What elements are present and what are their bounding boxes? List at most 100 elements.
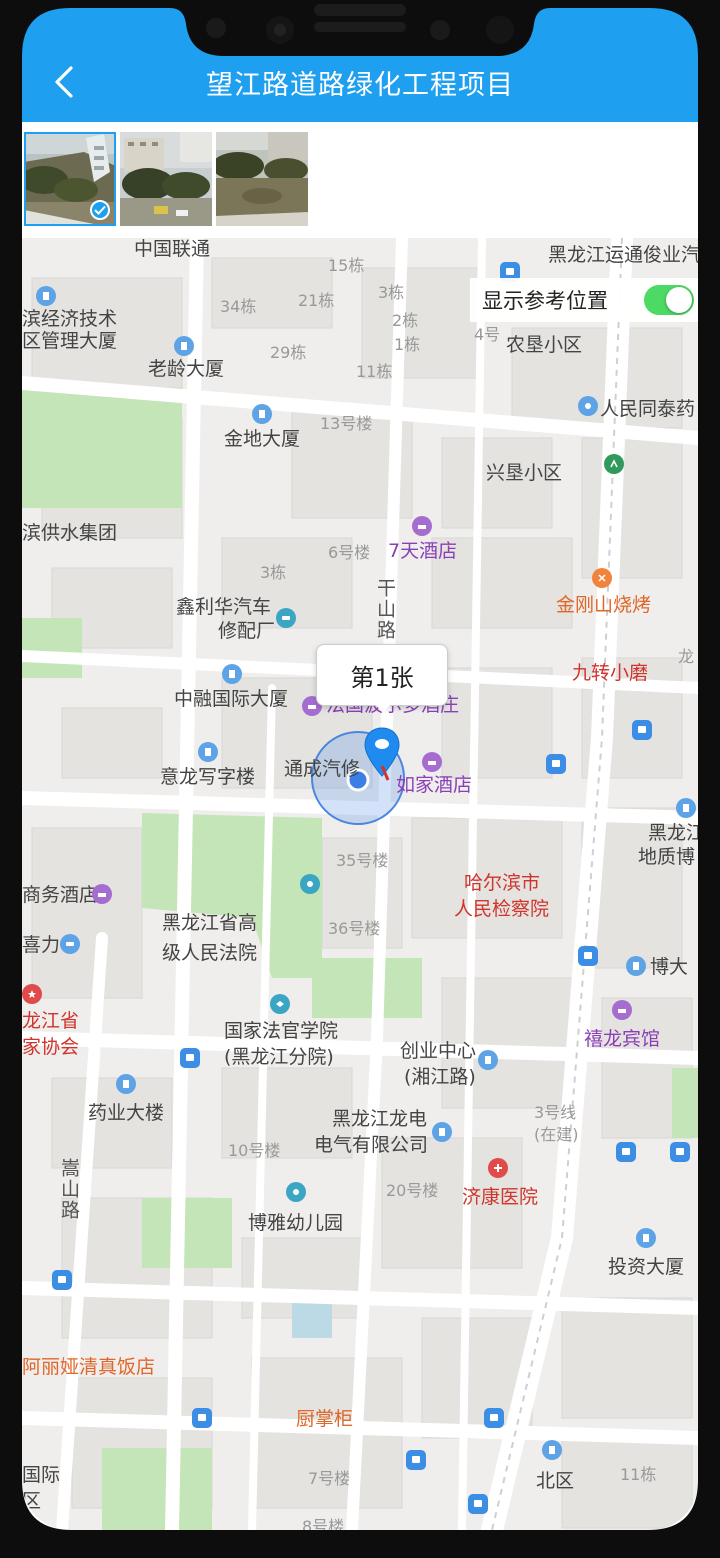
car-repair-icon[interactable] xyxy=(276,608,296,628)
building-icon[interactable] xyxy=(198,742,218,762)
building-icon[interactable] xyxy=(636,1228,656,1248)
road-label: 嵩山路 xyxy=(58,1158,80,1221)
photo-thumbnail[interactable] xyxy=(120,132,212,226)
map-label: 地质博 xyxy=(638,846,696,868)
building-icon[interactable] xyxy=(252,404,272,424)
reference-position-panel: 显示参考位置 xyxy=(470,278,698,322)
map-label: 黑龙江省高 xyxy=(162,912,258,934)
map-label: 7天酒店 xyxy=(388,540,458,562)
map-label: 11栋 xyxy=(356,362,393,381)
bus-stop-icon[interactable] xyxy=(546,754,566,774)
map-label: 喜力 xyxy=(22,934,61,956)
building-icon[interactable] xyxy=(626,956,646,976)
map-label: 通成汽修 xyxy=(284,758,361,780)
map-label: 博大 xyxy=(650,956,689,978)
header-bar: 望江路道路绿化工程项目 xyxy=(22,0,698,122)
bus-stop-icon[interactable] xyxy=(616,1142,636,1162)
map-label: 龙江省 xyxy=(22,1010,80,1032)
map-label: 鑫利华汽车 xyxy=(176,596,272,618)
school-icon[interactable] xyxy=(270,994,290,1014)
map-label: 禧龙宾馆 xyxy=(584,1028,661,1050)
building-icon[interactable] xyxy=(432,1122,452,1142)
hotel-icon[interactable] xyxy=(412,516,432,536)
car-icon[interactable] xyxy=(60,934,80,954)
restroom-icon[interactable] xyxy=(300,874,320,894)
building-icon[interactable] xyxy=(116,1074,136,1094)
star-icon[interactable] xyxy=(22,984,42,1004)
map-label: 15栋 xyxy=(328,256,365,275)
bus-stop-icon[interactable] xyxy=(670,1142,690,1162)
bus-stop-icon[interactable] xyxy=(406,1450,426,1470)
map-label: 7号楼 xyxy=(308,1469,351,1488)
pharmacy-icon[interactable] xyxy=(578,396,598,416)
map-label: 滨供水集团 xyxy=(22,522,118,544)
check-icon xyxy=(90,200,110,220)
hotel-icon[interactable] xyxy=(612,1000,632,1020)
back-button[interactable] xyxy=(44,62,84,106)
map-label: 国际 xyxy=(22,1464,61,1486)
kindergarten-icon[interactable] xyxy=(286,1182,306,1202)
map-label: 滨经济技术 xyxy=(22,308,118,330)
map-label: 九转小磨 xyxy=(572,662,649,684)
map-label: 龙 xyxy=(678,647,695,666)
hotel-icon[interactable] xyxy=(92,884,112,904)
building-icon[interactable] xyxy=(174,336,194,356)
map-label: 35号楼 xyxy=(336,851,389,870)
map-label: 哈尔滨市 xyxy=(464,872,541,894)
map-label: (湘江路) xyxy=(404,1066,476,1088)
building-icon[interactable] xyxy=(478,1050,498,1070)
map-label: 药业大楼 xyxy=(88,1102,165,1124)
map-label: 黑龙江龙电 xyxy=(332,1108,428,1130)
map-label: 国家法官学院 xyxy=(224,1020,339,1042)
photo-thumbnail[interactable] xyxy=(24,132,116,226)
map-label: 4号 xyxy=(474,325,501,344)
museum-icon[interactable] xyxy=(676,798,696,818)
map-label: 3栋 xyxy=(260,563,287,582)
toggle-knob xyxy=(666,287,692,313)
app-screen: 望江路道路绿化工程项目 中国联通 黑龙江运通俊业汽 15栋 34栋 21栋 3栋… xyxy=(22,0,698,1530)
map-label: 13号楼 xyxy=(320,414,373,433)
map-label: 1栋 xyxy=(394,335,421,354)
restaurant-icon[interactable] xyxy=(592,568,612,588)
photo-strip xyxy=(22,122,698,238)
map-label: 农垦小区 xyxy=(506,334,583,356)
chevron-left-icon xyxy=(53,65,75,103)
map-label: 商务酒店 xyxy=(22,884,99,906)
metro-icon[interactable] xyxy=(604,454,624,474)
map-label: 意龙写字楼 xyxy=(160,766,256,788)
building-icon[interactable] xyxy=(222,664,242,684)
map-label: 级人民法院 xyxy=(162,942,258,964)
bus-stop-icon[interactable] xyxy=(632,720,652,740)
bus-stop-icon[interactable] xyxy=(52,1270,72,1290)
map-label: 金地大厦 xyxy=(224,428,301,450)
bus-stop-icon[interactable] xyxy=(192,1408,212,1428)
map-label: 北区 xyxy=(536,1470,575,1492)
map-label: 区管理大厦 xyxy=(22,330,118,352)
map-label: 厨掌柜 xyxy=(296,1408,354,1430)
hotel-icon[interactable] xyxy=(422,752,442,772)
building-icon[interactable] xyxy=(36,286,56,306)
building-icon[interactable] xyxy=(542,1440,562,1460)
map-label: 36号楼 xyxy=(328,919,381,938)
hospital-icon[interactable] xyxy=(488,1158,508,1178)
map-label: 博雅幼儿园 xyxy=(248,1212,344,1234)
bus-stop-icon[interactable] xyxy=(180,1048,200,1068)
map-label: 金刚山烧烤 xyxy=(556,594,652,616)
callout-tail xyxy=(374,703,392,713)
bus-stop-icon[interactable] xyxy=(468,1494,488,1514)
map-label: 创业中心 xyxy=(400,1040,477,1062)
map-view[interactable]: 中国联通 黑龙江运通俊业汽 15栋 34栋 21栋 3栋 2栋 4号 1栋 29… xyxy=(22,238,698,1530)
map-label: 人民同泰药 xyxy=(600,398,696,420)
location-pin-icon[interactable] xyxy=(362,726,402,782)
photo-thumbnail[interactable] xyxy=(216,132,308,226)
map-label: 区 xyxy=(22,1490,42,1512)
map-label: 29栋 xyxy=(270,343,307,362)
marker-callout: 第1张 xyxy=(316,644,448,706)
bus-stop-icon[interactable] xyxy=(484,1408,504,1428)
map-label: 20号楼 xyxy=(386,1181,439,1200)
bus-stop-icon[interactable] xyxy=(578,946,598,966)
map-label: 10号楼 xyxy=(228,1141,281,1160)
map-label: 家协会 xyxy=(22,1036,80,1058)
map-label: 中国联通 xyxy=(134,238,211,260)
reference-position-toggle[interactable] xyxy=(644,285,694,315)
